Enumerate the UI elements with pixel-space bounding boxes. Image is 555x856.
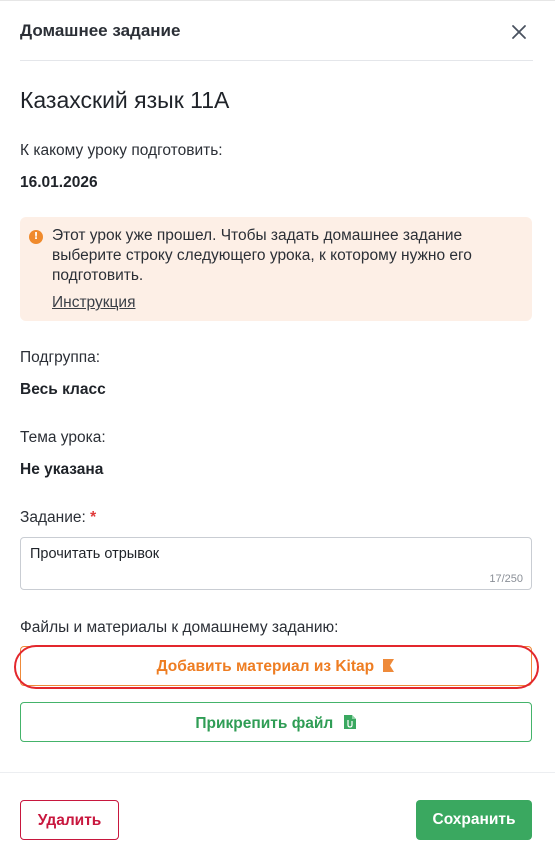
task-label-text: Задание:: [20, 509, 86, 526]
attach-file-button[interactable]: Прикрепить файл: [20, 702, 532, 742]
char-counter: 17/250: [489, 573, 523, 585]
save-button[interactable]: Сохранить: [416, 800, 532, 840]
files-label: Файлы и материалы к домашнему заданию:: [20, 619, 339, 636]
footer-divider: [0, 772, 555, 773]
homework-panel: Домашнее задание Казахский язык 11А К ка…: [0, 0, 555, 856]
task-label: Задание: *: [20, 509, 96, 527]
add-kitap-material-button[interactable]: Добавить материал из Kitap: [20, 646, 532, 686]
header-divider: [20, 60, 533, 61]
instruction-link[interactable]: Инструкция: [52, 294, 135, 312]
subgroup-label: Подгруппа:: [20, 349, 101, 366]
lesson-label: К какому уроку подготовить:: [20, 142, 223, 159]
panel-header: Домашнее задание: [0, 0, 555, 62]
close-icon[interactable]: [508, 21, 530, 43]
kitap-logo-icon: [383, 659, 395, 672]
delete-button-label: Удалить: [37, 812, 102, 829]
kitap-button-content: Добавить материал из Kitap: [21, 658, 531, 676]
file-attach-icon: [343, 715, 356, 729]
delete-button[interactable]: Удалить: [20, 800, 119, 840]
task-textarea-value: Прочитать отрывок: [30, 546, 160, 562]
warning-alert: ! Этот урок уже прошел. Чтобы задать дом…: [20, 217, 532, 321]
exclamation-icon: !: [29, 230, 43, 244]
lesson-date: 16.01.2026: [20, 174, 98, 191]
panel-title: Домашнее задание: [20, 21, 181, 40]
topic-label: Тема урока:: [20, 429, 106, 446]
required-mark: *: [90, 509, 97, 526]
warning-text: Этот урок уже прошел. Чтобы задать домаш…: [52, 227, 472, 284]
attach-button-label: Прикрепить файл: [195, 715, 334, 732]
subject-title: Казахский язык 11А: [20, 87, 230, 113]
topic-value: Не указана: [20, 461, 104, 478]
attach-button-content: Прикрепить файл: [21, 714, 531, 733]
kitap-button-label: Добавить материал из Kitap: [156, 658, 375, 675]
task-textarea[interactable]: Прочитать отрывок 17/250: [20, 537, 532, 590]
save-button-label: Сохранить: [432, 811, 516, 828]
subgroup-value: Весь класс: [20, 381, 106, 398]
